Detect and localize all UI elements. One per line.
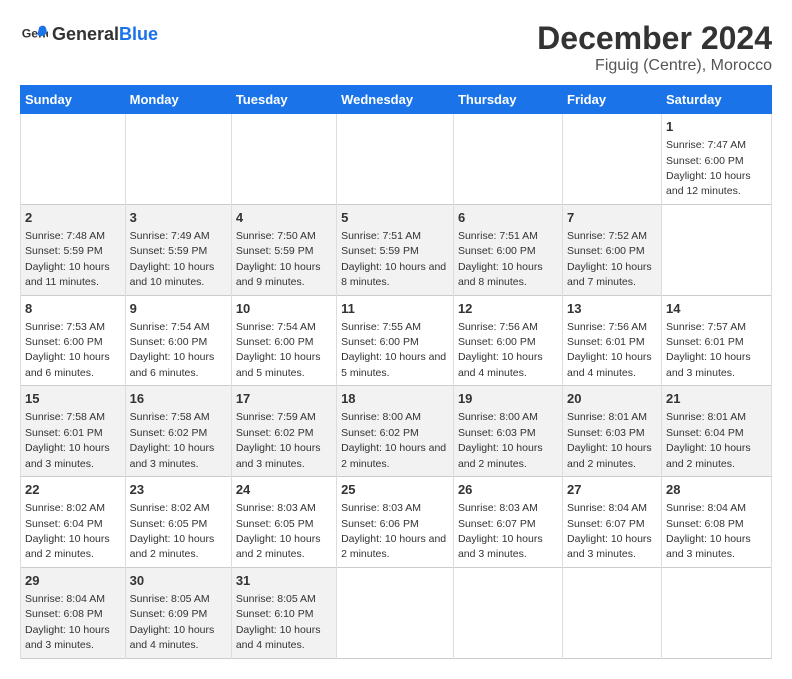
week-row: 2Sunrise: 7:48 AMSunset: 5:59 PMDaylight…	[21, 204, 772, 295]
day-cell: 8Sunrise: 7:53 AMSunset: 6:00 PMDaylight…	[21, 295, 126, 386]
day-cell: 27Sunrise: 8:04 AMSunset: 6:07 PMDayligh…	[563, 477, 662, 568]
day-cell: 29Sunrise: 8:04 AMSunset: 6:08 PMDayligh…	[21, 567, 126, 658]
week-row: 22Sunrise: 8:02 AMSunset: 6:04 PMDayligh…	[21, 477, 772, 568]
day-cell: 4Sunrise: 7:50 AMSunset: 5:59 PMDaylight…	[231, 204, 336, 295]
logo-general-text: General	[52, 24, 119, 44]
logo-icon: General	[20, 20, 48, 48]
empty-cell	[125, 114, 231, 205]
empty-cell	[337, 114, 454, 205]
day-cell: 24Sunrise: 8:03 AMSunset: 6:05 PMDayligh…	[231, 477, 336, 568]
column-header-thursday: Thursday	[453, 86, 562, 114]
day-cell: 3Sunrise: 7:49 AMSunset: 5:59 PMDaylight…	[125, 204, 231, 295]
day-cell	[563, 567, 662, 658]
day-cell: 15Sunrise: 7:58 AMSunset: 6:01 PMDayligh…	[21, 386, 126, 477]
day-cell: 30Sunrise: 8:05 AMSunset: 6:09 PMDayligh…	[125, 567, 231, 658]
week-row: 15Sunrise: 7:58 AMSunset: 6:01 PMDayligh…	[21, 386, 772, 477]
day-cell: 16Sunrise: 7:58 AMSunset: 6:02 PMDayligh…	[125, 386, 231, 477]
day-cell: 2Sunrise: 7:48 AMSunset: 5:59 PMDaylight…	[21, 204, 126, 295]
day-cell: 6Sunrise: 7:51 AMSunset: 6:00 PMDaylight…	[453, 204, 562, 295]
day-cell: 14Sunrise: 7:57 AMSunset: 6:01 PMDayligh…	[662, 295, 772, 386]
column-header-friday: Friday	[563, 86, 662, 114]
day-cell: 13Sunrise: 7:56 AMSunset: 6:01 PMDayligh…	[563, 295, 662, 386]
day-cell: 25Sunrise: 8:03 AMSunset: 6:06 PMDayligh…	[337, 477, 454, 568]
day-cell: 11Sunrise: 7:55 AMSunset: 6:00 PMDayligh…	[337, 295, 454, 386]
header-row: SundayMondayTuesdayWednesdayThursdayFrid…	[21, 86, 772, 114]
column-header-saturday: Saturday	[662, 86, 772, 114]
column-header-wednesday: Wednesday	[337, 86, 454, 114]
calendar-subtitle: Figuig (Centre), Morocco	[537, 57, 772, 75]
empty-cell	[231, 114, 336, 205]
week-row: 1Sunrise: 7:47 AMSunset: 6:00 PMDaylight…	[21, 114, 772, 205]
day-cell: 9Sunrise: 7:54 AMSunset: 6:00 PMDaylight…	[125, 295, 231, 386]
column-header-tuesday: Tuesday	[231, 86, 336, 114]
calendar-title: December 2024	[537, 20, 772, 57]
day-cell: 28Sunrise: 8:04 AMSunset: 6:08 PMDayligh…	[662, 477, 772, 568]
calendar-table: SundayMondayTuesdayWednesdayThursdayFrid…	[20, 85, 772, 659]
week-row: 8Sunrise: 7:53 AMSunset: 6:00 PMDaylight…	[21, 295, 772, 386]
day-cell: 17Sunrise: 7:59 AMSunset: 6:02 PMDayligh…	[231, 386, 336, 477]
day-cell	[662, 567, 772, 658]
day-cell: 23Sunrise: 8:02 AMSunset: 6:05 PMDayligh…	[125, 477, 231, 568]
empty-cell	[453, 114, 562, 205]
header: General GeneralBlue December 2024 Figuig…	[20, 20, 772, 75]
day-cell: 10Sunrise: 7:54 AMSunset: 6:00 PMDayligh…	[231, 295, 336, 386]
logo: General GeneralBlue	[20, 20, 158, 48]
day-cell	[337, 567, 454, 658]
empty-cell	[563, 114, 662, 205]
day-cell: 26Sunrise: 8:03 AMSunset: 6:07 PMDayligh…	[453, 477, 562, 568]
day-cell: 7Sunrise: 7:52 AMSunset: 6:00 PMDaylight…	[563, 204, 662, 295]
day-cell: 31Sunrise: 8:05 AMSunset: 6:10 PMDayligh…	[231, 567, 336, 658]
day-cell: 21Sunrise: 8:01 AMSunset: 6:04 PMDayligh…	[662, 386, 772, 477]
day-cell: 19Sunrise: 8:00 AMSunset: 6:03 PMDayligh…	[453, 386, 562, 477]
day-cell: 20Sunrise: 8:01 AMSunset: 6:03 PMDayligh…	[563, 386, 662, 477]
day-cell	[453, 567, 562, 658]
day-cell: 18Sunrise: 8:00 AMSunset: 6:02 PMDayligh…	[337, 386, 454, 477]
week-row: 29Sunrise: 8:04 AMSunset: 6:08 PMDayligh…	[21, 567, 772, 658]
day-cell: 1Sunrise: 7:47 AMSunset: 6:00 PMDaylight…	[662, 114, 772, 205]
day-cell: 22Sunrise: 8:02 AMSunset: 6:04 PMDayligh…	[21, 477, 126, 568]
column-header-monday: Monday	[125, 86, 231, 114]
day-cell	[662, 204, 772, 295]
title-area: December 2024 Figuig (Centre), Morocco	[537, 20, 772, 75]
logo-blue-text: Blue	[119, 24, 158, 44]
day-cell: 5Sunrise: 7:51 AMSunset: 5:59 PMDaylight…	[337, 204, 454, 295]
day-cell: 12Sunrise: 7:56 AMSunset: 6:00 PMDayligh…	[453, 295, 562, 386]
column-header-sunday: Sunday	[21, 86, 126, 114]
empty-cell	[21, 114, 126, 205]
